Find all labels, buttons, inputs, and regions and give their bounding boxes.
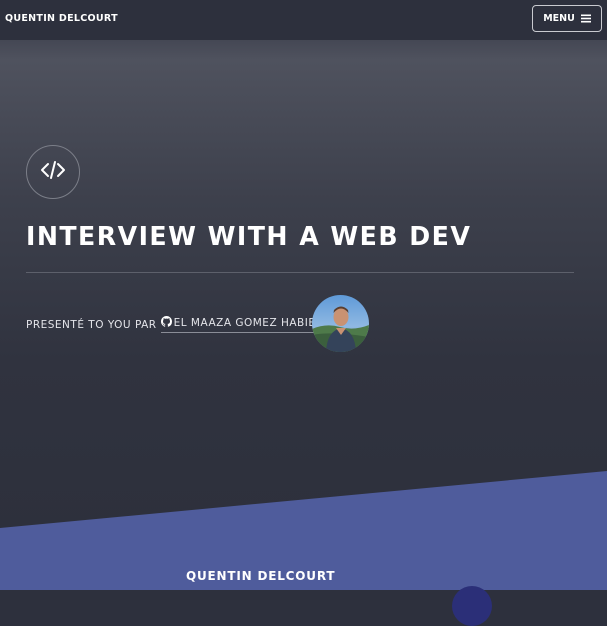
footer-brand-name: QUENTIN DELCOURT	[186, 569, 336, 583]
footer-avatar-partial	[452, 586, 492, 626]
footer-wedge	[0, 471, 607, 590]
